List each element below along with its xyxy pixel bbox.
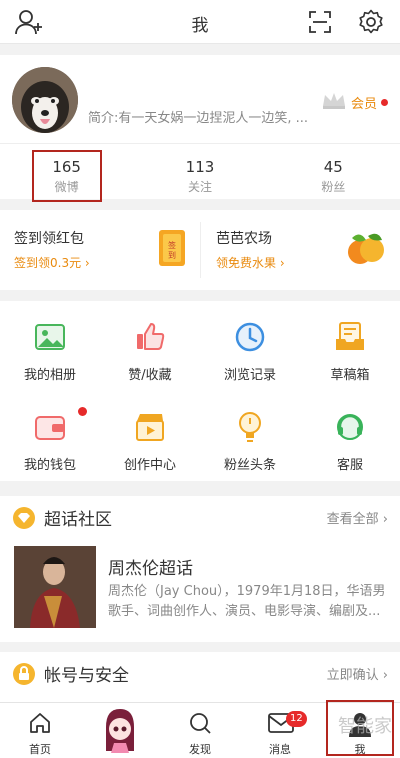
- stat-count: 113: [185, 158, 215, 176]
- tab-label: 首页: [29, 743, 51, 756]
- promo-farm[interactable]: 芭芭农场 领免费水果 ›: [200, 210, 400, 290]
- account-security-card[interactable]: 帐号与安全 立即确认 ›: [0, 652, 400, 702]
- diamond-icon: [12, 506, 36, 534]
- divider: [200, 222, 201, 278]
- notification-dot: [381, 98, 388, 106]
- bio-text[interactable]: 简介:有一天女娲一边捏泥人一边笑, ...: [88, 107, 308, 126]
- super-topic-header[interactable]: 超话社区 查看全部 ›: [0, 496, 400, 536]
- promo-subtitle: 领免费水果 ›: [216, 256, 285, 270]
- sign-in-card-icon: 签到: [156, 228, 190, 272]
- stat-followers[interactable]: 45 粉丝: [267, 144, 400, 199]
- watermark: 智能家: [338, 716, 392, 737]
- grid-label: 我的钱包: [23, 458, 76, 473]
- tab-mascot[interactable]: [80, 703, 160, 758]
- section-title: 超话社区: [44, 510, 112, 530]
- grid-label: 我的相册: [23, 368, 76, 383]
- notification-dot: [78, 407, 87, 416]
- grid-album[interactable]: 我的相册: [0, 301, 100, 387]
- topic-description: 周杰伦（Jay Chou），1979年1月18日，华语男歌手、词曲创作人、演员、…: [108, 584, 386, 619]
- history-clock-icon: [232, 319, 268, 355]
- mascot-icon: [100, 707, 140, 758]
- drafts-icon: [332, 319, 368, 355]
- vip-entry[interactable]: 会员: [321, 91, 388, 113]
- avatar[interactable]: [12, 67, 78, 133]
- stat-label: 关注: [187, 180, 212, 194]
- tab-label: 消息: [269, 743, 291, 756]
- grid-customer-service[interactable]: 客服: [300, 391, 400, 477]
- grid-likes[interactable]: 赞/收藏: [100, 301, 200, 387]
- super-topic-card: 超话社区 查看全部 › 周杰伦超话 周杰伦（Jay Chou），1979年1月1…: [0, 496, 400, 642]
- grid-fan-headline[interactable]: 粉丝头条: [200, 391, 300, 477]
- tab-home[interactable]: 首页: [0, 703, 80, 758]
- headset-icon: [332, 409, 368, 445]
- stat-following[interactable]: 113 关注: [133, 144, 266, 199]
- stat-label: 粉丝: [321, 180, 346, 194]
- topic-image[interactable]: [14, 546, 96, 628]
- promo-title: 芭芭农场: [216, 231, 272, 247]
- search-icon: [188, 711, 212, 739]
- wallet-icon: [32, 409, 68, 445]
- grid-wallet[interactable]: 我的钱包: [0, 391, 100, 477]
- function-grid: 我的相册 赞/收藏 浏览记录 草稿箱 我的钱包 创作中心 粉丝头条 客服: [0, 301, 400, 481]
- grid-label: 创作中心: [123, 458, 176, 473]
- grid-label: 客服: [336, 458, 363, 473]
- topic-title[interactable]: 周杰伦超话: [108, 554, 193, 579]
- grid-label: 草稿箱: [330, 368, 370, 383]
- svg-text:签: 签: [168, 240, 176, 250]
- grid-history[interactable]: 浏览记录: [200, 301, 300, 387]
- grid-label: 赞/收藏: [128, 368, 172, 383]
- vip-label: 会员: [350, 96, 377, 112]
- tab-discover[interactable]: 发现: [160, 703, 240, 758]
- promo-subtitle: 签到领0.3元 ›: [14, 256, 90, 270]
- account-header[interactable]: 帐号与安全 立即确认 ›: [0, 652, 400, 692]
- fruit-icon: [344, 228, 388, 272]
- page-title: 我: [191, 16, 209, 36]
- lock-icon: [12, 662, 36, 690]
- profile-card[interactable]: 简介:有一天女娲一边捏泥人一边笑, ... 会员: [0, 55, 400, 143]
- confirm-link[interactable]: 立即确认 ›: [327, 664, 388, 683]
- stat-count: 45: [323, 158, 343, 176]
- view-all-link[interactable]: 查看全部 ›: [327, 508, 388, 527]
- top-bar: 我: [0, 0, 400, 44]
- scan-icon[interactable]: [306, 9, 334, 35]
- svg-text:到: 到: [168, 251, 176, 260]
- grid-creator-center[interactable]: 创作中心: [100, 391, 200, 477]
- promo-title: 签到领红包: [14, 231, 84, 247]
- section-title: 帐号与安全: [44, 666, 129, 686]
- settings-gear-icon[interactable]: [356, 8, 386, 36]
- tab-label: 发现: [189, 743, 211, 756]
- thumbs-up-icon: [132, 319, 168, 355]
- grid-drafts[interactable]: 草稿箱: [300, 301, 400, 387]
- promo-sign-in[interactable]: 签到领红包 签到领0.3元 › 签到: [0, 210, 200, 290]
- bulb-icon: [232, 409, 268, 445]
- album-icon: [32, 319, 68, 355]
- crown-icon: [321, 91, 347, 113]
- home-icon: [28, 711, 52, 739]
- grid-label: 粉丝头条: [223, 458, 276, 473]
- unread-badge: 12: [286, 711, 307, 727]
- tab-messages[interactable]: 12 消息: [240, 703, 320, 758]
- film-icon: [132, 409, 168, 445]
- grid-label: 浏览记录: [223, 368, 276, 383]
- highlight-box: [32, 150, 102, 202]
